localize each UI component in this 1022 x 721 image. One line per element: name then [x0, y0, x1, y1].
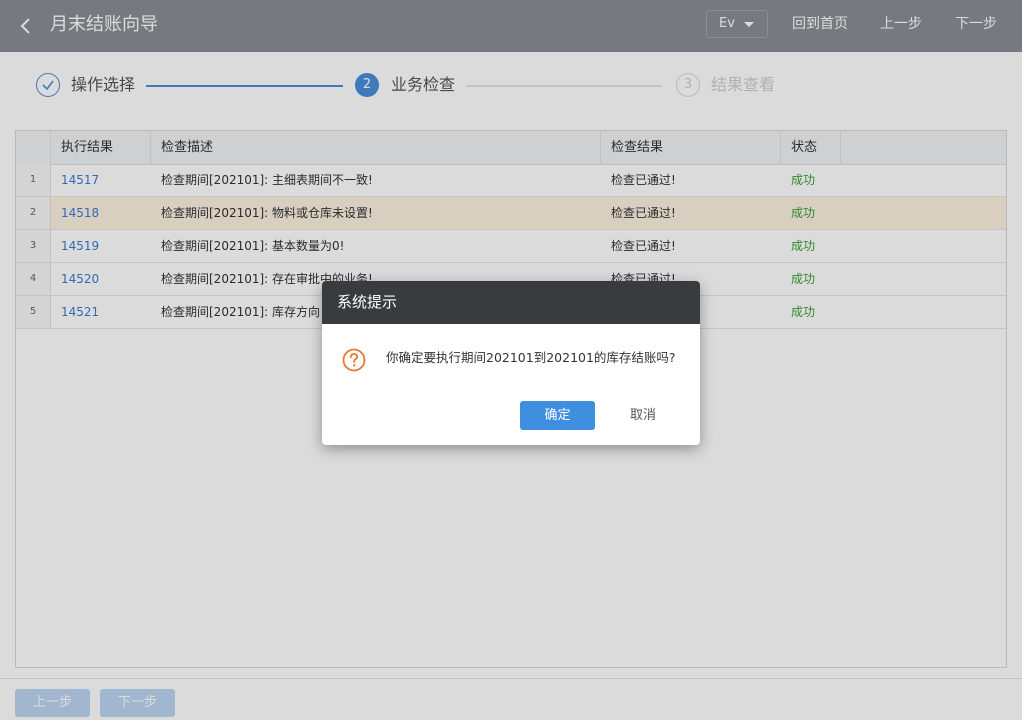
- dialog-title: 系统提示: [337, 293, 398, 311]
- dialog-message: 你确定要执行期间202101到202101的库存结账吗?: [386, 350, 676, 365]
- confirm-cancel-button[interactable]: 取消: [622, 401, 664, 430]
- question-circle-icon: [342, 348, 366, 372]
- confirm-dialog: 系统提示 你确定要执行期间202101到202101的库存结账吗? 确定 取消: [322, 281, 700, 445]
- dialog-header: 系统提示: [322, 281, 700, 324]
- confirm-ok-button[interactable]: 确定: [520, 401, 595, 430]
